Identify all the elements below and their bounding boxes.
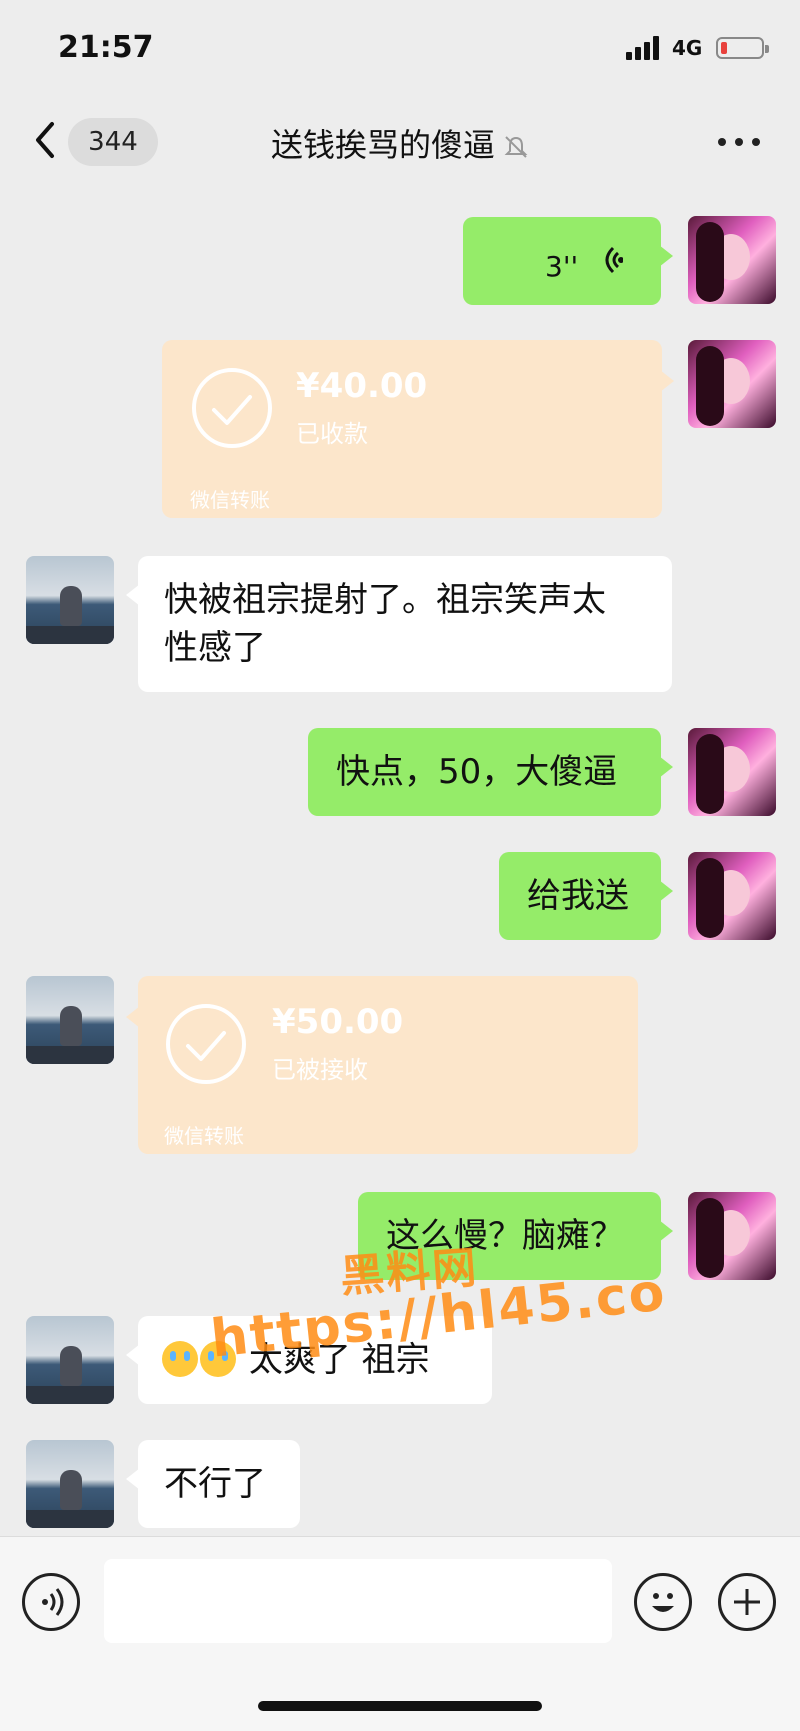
avatar[interactable] — [26, 556, 114, 644]
voice-message[interactable]: 3'' — [463, 217, 673, 305]
chat-title-text: 送钱挨骂的傻逼 — [270, 126, 495, 164]
transfer-card[interactable]: ¥40.00 已收款 微信转账 — [162, 340, 674, 518]
text-message: 不行了 — [126, 1440, 300, 1528]
emoji-icon[interactable] — [634, 1573, 692, 1631]
text-message: 给我送 — [499, 852, 673, 940]
more-icon[interactable] — [718, 138, 762, 150]
mute-icon — [504, 136, 528, 158]
message-text-line: 性感了 — [164, 628, 266, 668]
transfer-status: 已被接收 — [272, 1056, 368, 1084]
battery-icon — [716, 37, 769, 59]
text-message: 快被祖宗提射了。祖宗笑声太 性感了 — [126, 556, 672, 692]
message-input[interactable] — [104, 1559, 612, 1643]
message-text: 快点，50，大傻逼 — [336, 752, 618, 792]
voice-wave-icon — [605, 246, 623, 274]
message-text: 给我送 — [527, 876, 629, 916]
transfer-amount: ¥40.00 — [296, 366, 428, 406]
transfer-label: 微信转账 — [190, 488, 270, 512]
avatar[interactable] — [26, 1440, 114, 1528]
avatar[interactable] — [688, 340, 776, 428]
plus-icon[interactable] — [718, 1573, 776, 1631]
check-circle-icon — [192, 368, 272, 448]
network-type: 4G — [672, 36, 703, 60]
message-text-line: 快被祖宗提射了。祖宗笑声太 — [164, 580, 606, 620]
message-text: 不行了 — [164, 1464, 266, 1504]
status-bar: 21:57 4G — [0, 0, 800, 100]
transfer-status: 已收款 — [296, 420, 368, 448]
transfer-card[interactable]: ¥50.00 已被接收 微信转账 — [126, 976, 638, 1154]
voice-duration: 3'' — [545, 250, 579, 283]
signal-icon — [626, 36, 662, 60]
check-circle-icon — [166, 1004, 246, 1084]
crying-emoji-icon — [162, 1341, 198, 1377]
chat-header: 344 送钱挨骂的傻逼 — [0, 100, 800, 186]
status-time: 21:57 — [58, 30, 154, 65]
avatar[interactable] — [688, 216, 776, 304]
voice-input-icon[interactable] — [22, 1573, 80, 1631]
avatar[interactable] — [688, 728, 776, 816]
home-indicator[interactable] — [258, 1701, 542, 1711]
avatar[interactable] — [26, 1316, 114, 1404]
transfer-amount: ¥50.00 — [272, 1002, 404, 1042]
chat-title: 送钱挨骂的傻逼 — [0, 120, 800, 166]
avatar[interactable] — [688, 852, 776, 940]
transfer-label: 微信转账 — [164, 1124, 244, 1148]
avatar[interactable] — [26, 976, 114, 1064]
avatar[interactable] — [688, 1192, 776, 1280]
text-message: 快点，50，大傻逼 — [308, 728, 673, 816]
